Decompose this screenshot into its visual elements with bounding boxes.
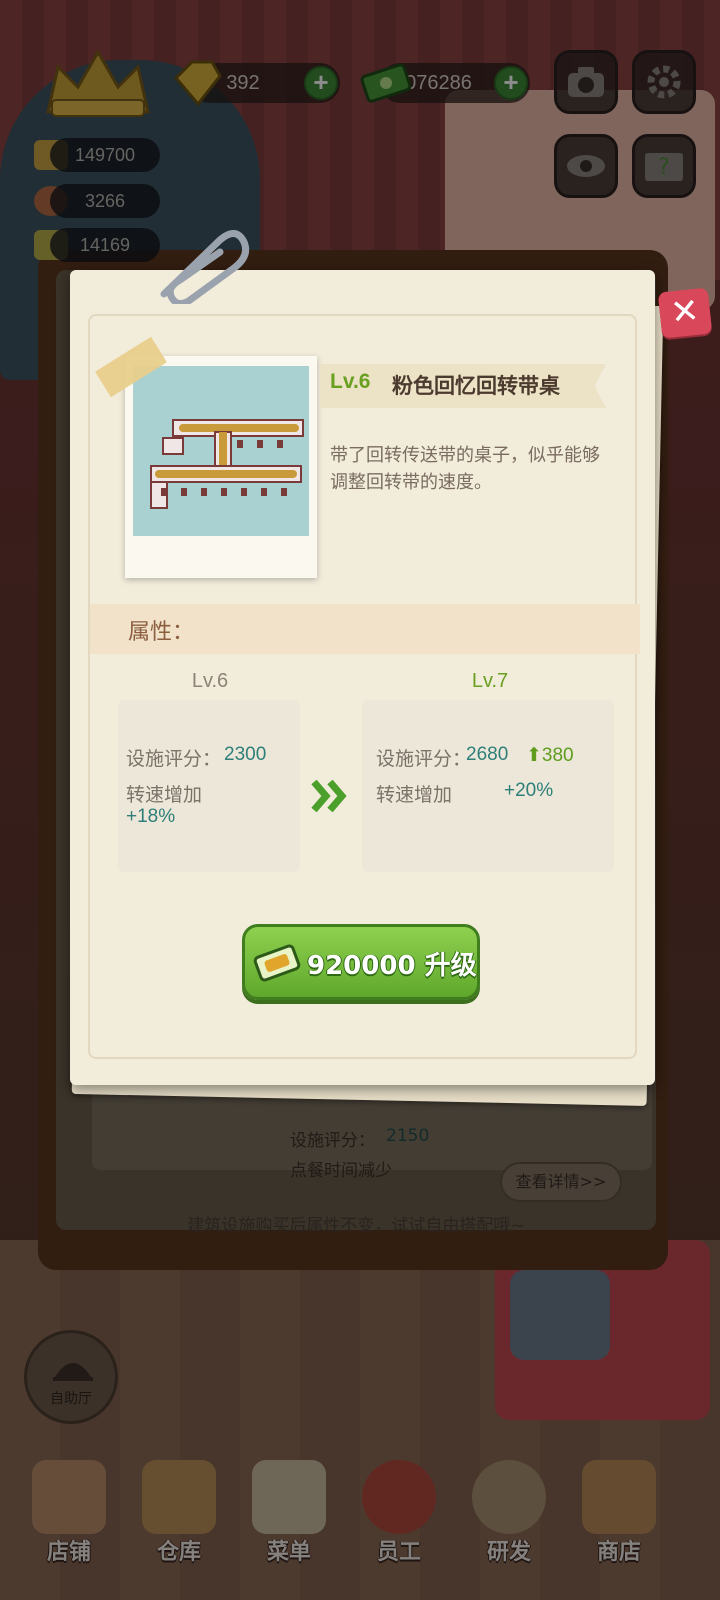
paperclip-icon bbox=[160, 230, 250, 304]
conveyor-table-icon bbox=[150, 419, 304, 509]
cash-stack-icon bbox=[253, 944, 301, 982]
attributes-header: 属性： bbox=[128, 620, 195, 645]
upgrade-button[interactable]: 920000 升级 bbox=[242, 924, 480, 1000]
item-photo bbox=[125, 356, 317, 578]
next-rating-label: 设施评分： bbox=[376, 748, 472, 770]
rating-increase: ⬆380 bbox=[526, 745, 574, 766]
current-rating-label: 设施评分： bbox=[126, 748, 222, 770]
item-description: 带了回转传送带的桌子，似乎能够调整回转带的速度。 bbox=[330, 445, 600, 493]
item-level: Lv.6 bbox=[330, 370, 371, 393]
current-stats-box: 设施评分： 2300 转速增加 +18% bbox=[118, 700, 300, 872]
current-rating-value: 2300 bbox=[224, 744, 267, 765]
double-chevron-right-icon bbox=[311, 779, 347, 813]
next-speed-label: 转速增加 bbox=[376, 784, 453, 806]
upgrade-cost-label: 920000 升级 bbox=[307, 951, 477, 981]
next-stats-box: 设施评分： 2680 ⬆380 转速增加 +20% bbox=[362, 700, 614, 872]
current-level: Lv.6 bbox=[191, 670, 229, 692]
item-name: 粉色回忆回转带桌 bbox=[392, 374, 560, 398]
next-speed-value: +20% bbox=[504, 780, 554, 801]
current-speed-label: 转速增加 bbox=[126, 784, 203, 806]
conveyor-table-image bbox=[133, 366, 309, 536]
current-speed-value: +18% bbox=[126, 806, 176, 827]
next-rating-value: 2680 bbox=[466, 744, 509, 765]
next-level: Lv.7 bbox=[471, 670, 509, 692]
close-button[interactable]: ✕ bbox=[657, 287, 713, 339]
